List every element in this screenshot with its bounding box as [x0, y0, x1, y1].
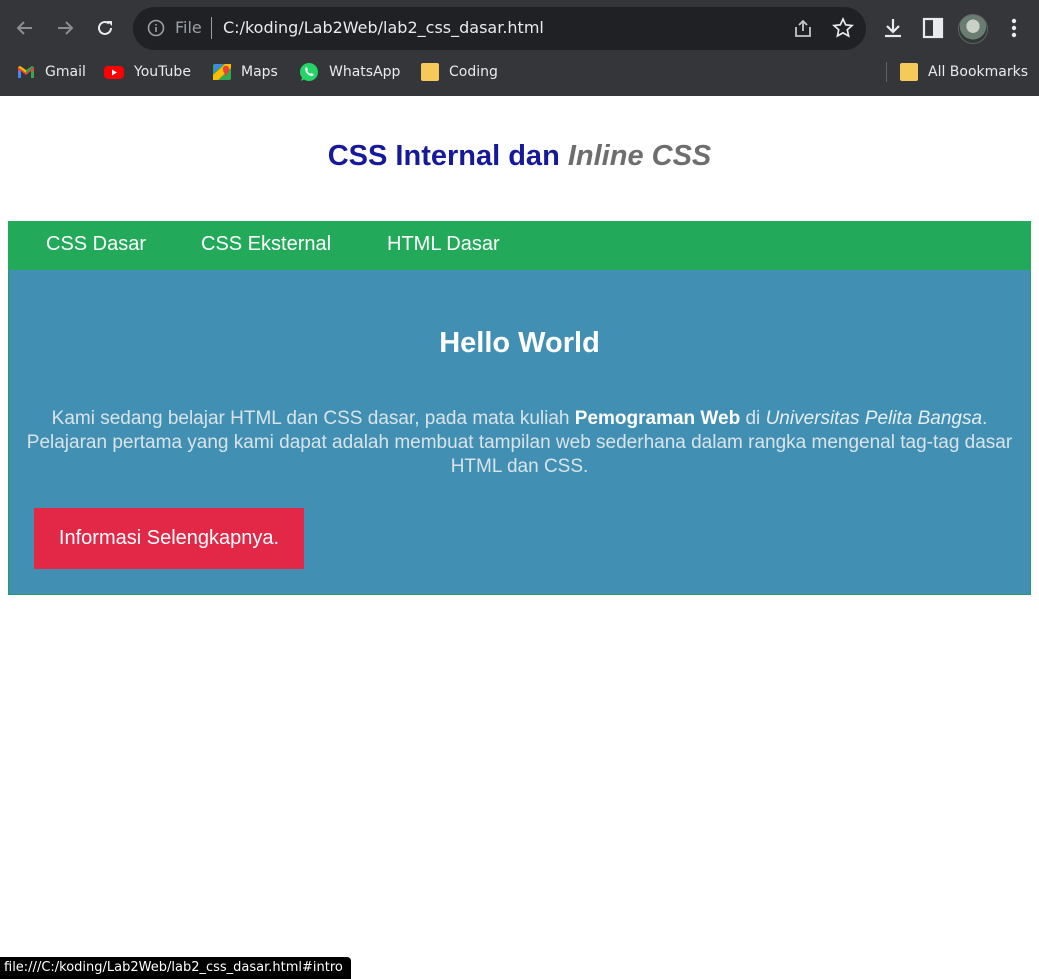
profile-avatar[interactable] — [958, 14, 988, 44]
youtube-icon — [104, 66, 124, 79]
intro-title: Hello World — [439, 327, 600, 359]
browser-toolbar: File C:/koding/Lab2Web/lab2_css_dasar.ht… — [0, 0, 1039, 56]
page-content: CSS Internal dan Inline CSS CSS Dasar CS… — [0, 96, 1039, 979]
whatsapp-icon — [300, 63, 318, 81]
course-name: Pemograman Web — [574, 408, 741, 429]
bookmarks-divider — [886, 62, 887, 82]
forward-button[interactable] — [51, 14, 79, 42]
nav-link-css-dasar[interactable]: CSS Dasar — [46, 233, 146, 256]
maps-icon — [213, 64, 231, 80]
page-title-italic: Inline CSS — [567, 140, 712, 172]
browser-chrome: File C:/koding/Lab2Web/lab2_css_dasar.ht… — [0, 0, 1039, 96]
university-name: Universitas Pelita Bangsa — [765, 408, 983, 429]
page-title-main: CSS Internal dan — [327, 140, 568, 172]
folder-icon — [421, 63, 439, 81]
side-panel-icon — [922, 17, 944, 39]
arrow-left-icon — [16, 21, 32, 35]
intro-text-middle: di — [740, 408, 766, 429]
all-bookmarks-button[interactable]: All Bookmarks — [900, 61, 1028, 83]
download-button[interactable] — [880, 15, 906, 41]
share-icon[interactable] — [792, 18, 814, 40]
back-button[interactable] — [11, 14, 39, 42]
address-url[interactable]: C:/koding/Lab2Web/lab2_css_dasar.html — [223, 18, 544, 37]
bookmark-label: YouTube — [134, 64, 191, 80]
info-icon[interactable] — [147, 19, 165, 37]
bookmark-coding[interactable]: Coding — [421, 61, 498, 83]
address-bar[interactable]: File C:/koding/Lab2Web/lab2_css_dasar.ht… — [133, 7, 866, 50]
star-icon[interactable] — [832, 17, 854, 39]
nav-link-html-dasar[interactable]: HTML Dasar — [387, 233, 500, 256]
bookmark-label: Maps — [241, 64, 278, 80]
address-separator — [211, 17, 212, 39]
menu-button[interactable] — [1001, 15, 1027, 41]
gmail-icon — [18, 66, 34, 78]
intro-paragraph: Kami sedang belajar HTML dan CSS dasar, … — [23, 407, 1016, 479]
all-bookmarks-label: All Bookmarks — [928, 64, 1029, 80]
folder-icon — [900, 63, 918, 81]
reload-button[interactable] — [91, 14, 119, 42]
kebab-menu-icon — [1011, 18, 1017, 38]
bookmarks-bar: Gmail YouTube Maps WhatsApp Coding All B… — [0, 57, 1039, 87]
download-icon — [885, 19, 901, 38]
bookmark-whatsapp[interactable]: WhatsApp — [299, 61, 400, 83]
intro-section: Hello World Kami sedang belajar HTML dan… — [8, 270, 1031, 595]
bookmark-youtube[interactable]: YouTube — [104, 61, 191, 83]
bookmark-label: Gmail — [45, 64, 86, 80]
bookmark-gmail[interactable]: Gmail — [17, 61, 86, 83]
bookmark-label: WhatsApp — [329, 64, 401, 80]
nav-link-css-eksternal[interactable]: CSS Eksternal — [201, 233, 331, 256]
status-bar-url: file:///C:/koding/Lab2Web/lab2_css_dasar… — [0, 957, 351, 979]
bookmark-maps[interactable]: Maps — [213, 61, 278, 83]
arrow-right-icon — [58, 21, 74, 35]
more-info-button[interactable]: Informasi Selengkapnya. — [34, 508, 304, 569]
navigation-bar: CSS Dasar CSS Eksternal HTML Dasar — [8, 221, 1031, 270]
reload-icon — [98, 20, 112, 35]
page-title: CSS Internal dan Inline CSS — [0, 140, 1039, 173]
bookmark-label: Coding — [449, 64, 498, 80]
address-scheme-label: File — [175, 18, 202, 37]
side-panel-button[interactable] — [920, 15, 946, 41]
intro-text-start: Kami sedang belajar HTML dan CSS dasar, … — [51, 408, 575, 429]
